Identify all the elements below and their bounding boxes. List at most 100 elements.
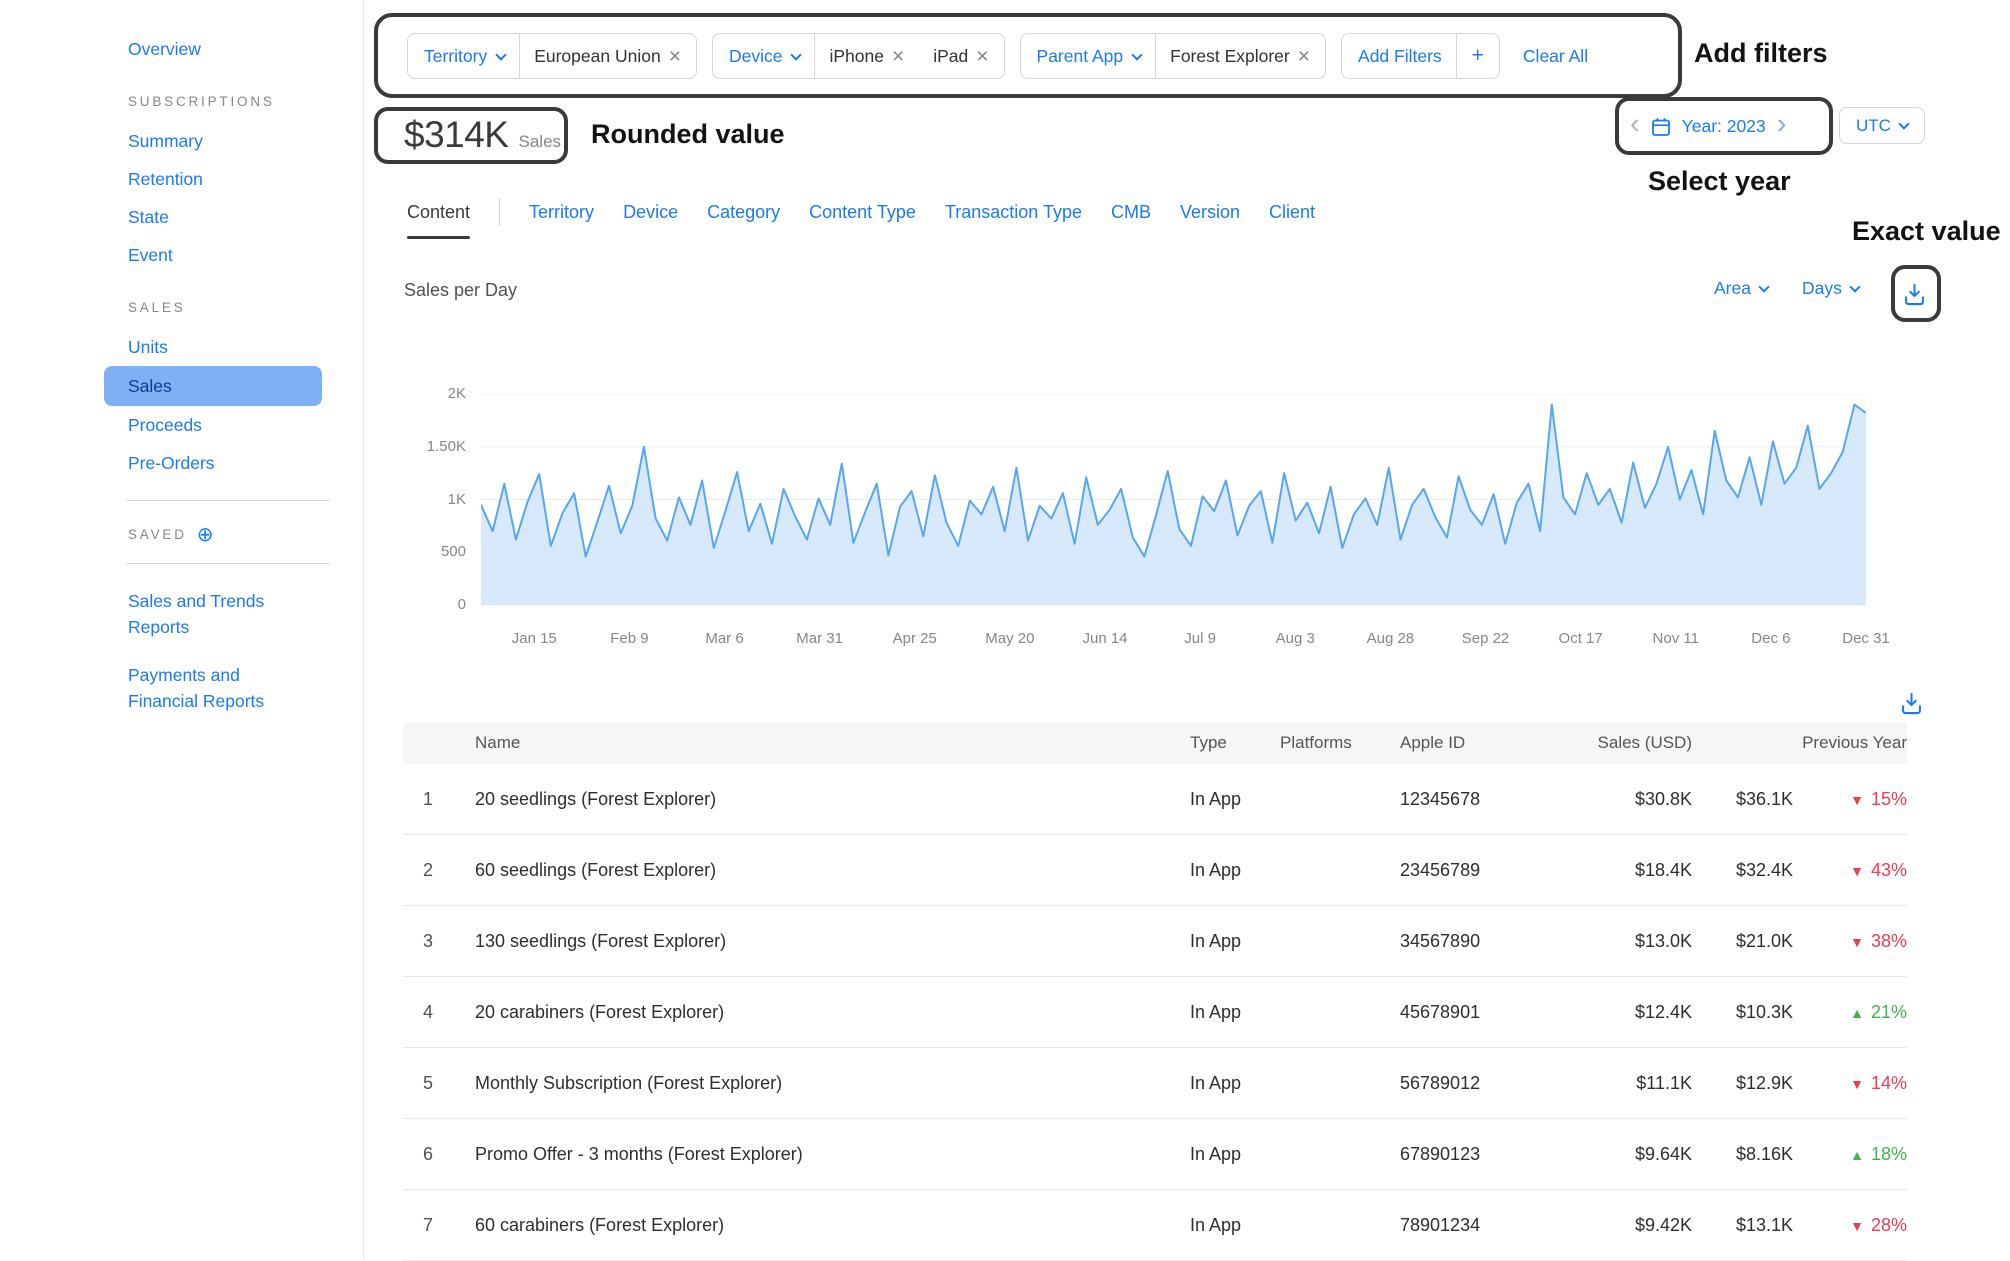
sales-table: NameTypePlatformsApple IDSales (USD)Prev… [403,722,1907,1261]
filter-chip-iphone: iPhone× [815,34,919,78]
x-axis-label: Apr 25 [893,630,937,647]
x-axis-label: Mar 6 [705,630,743,647]
annotation-select-year: Select year [1648,166,1791,197]
table-row[interactable]: 5Monthly Subscription (Forest Explorer)I… [403,1048,1907,1119]
change-cell: ▲21% [1793,1002,1907,1023]
product-type: In App [1190,1144,1280,1165]
sales-value: $11.1K [1532,1073,1692,1094]
chart-type-selector[interactable]: Area [1714,278,1768,299]
filter-chip-label: European Union [534,46,660,67]
row-rank: 3 [403,931,455,952]
product-name: 20 carabiners (Forest Explorer) [455,1002,1190,1023]
sales-value: $12.4K [1532,1002,1692,1023]
remove-filter-icon[interactable]: × [884,46,915,67]
trend-down-icon: ▼ [1850,863,1864,879]
chevron-down-icon [1131,49,1142,60]
x-axis-label: Jul 9 [1184,630,1216,647]
filter-field-device[interactable]: Device [713,34,815,78]
y-axis-label: 0 [394,596,466,613]
product-type: In App [1190,860,1280,881]
trend-up-icon: ▲ [1850,1147,1864,1163]
timezone-selector[interactable]: UTC [1839,107,1925,144]
y-axis-label: 2K [394,385,466,402]
chevron-down-icon [496,49,507,60]
year-label[interactable]: Year: 2023 [1682,116,1766,137]
download-table-button[interactable] [1898,690,1925,722]
table-row[interactable]: 760 carabiners (Forest Explorer)In App78… [403,1190,1907,1261]
row-rank: 4 [403,1002,455,1023]
remove-filter-icon[interactable]: × [661,46,692,67]
table-row[interactable]: 6Promo Offer - 3 months (Forest Explorer… [403,1119,1907,1190]
sales-value: $9.64K [1532,1144,1692,1165]
table-row[interactable]: 120 seedlings (Forest Explorer)In App123… [403,764,1907,835]
change-cell: ▼28% [1793,1215,1907,1236]
filter-group-parent-app: Parent App Forest Explorer× [1020,33,1327,79]
change-cell: ▼38% [1793,931,1907,952]
download-chart-button[interactable] [1901,281,1928,313]
tab-territory[interactable]: Territory [529,202,594,223]
chevron-down-icon [1898,118,1909,129]
next-year-button[interactable]: › [1777,110,1787,144]
filter-field-label: Parent App [1037,46,1124,67]
tab-category[interactable]: Category [707,202,780,223]
trend-down-icon: ▼ [1850,792,1864,808]
tabs: Content Territory Device Category Content Ty… [407,196,1315,228]
filter-chip-label: iPhone [829,46,884,67]
change-cell: ▲18% [1793,1144,1907,1165]
x-axis-label: Dec 6 [1751,630,1790,647]
table-row[interactable]: 260 seedlings (Forest Explorer)In App234… [403,835,1907,906]
x-axis-label: Jun 14 [1082,630,1127,647]
change-percent: 21% [1871,1002,1907,1022]
chart-controls: Area Days [1714,278,1859,299]
x-axis-label: Jan 15 [512,630,557,647]
tab-cmb[interactable]: CMB [1111,202,1151,223]
filter-field-label: Device [729,46,783,67]
product-type: In App [1190,1073,1280,1094]
table-body: 120 seedlings (Forest Explorer)In App123… [403,764,1907,1261]
add-filters-button[interactable]: Add Filters [1342,34,1456,78]
y-axis-label: 500 [394,543,466,560]
apple-id: 45678901 [1400,1002,1532,1023]
sales-value: $13.0K [1532,931,1692,952]
x-axis-label: Mar 31 [796,630,843,647]
product-name: 60 carabiners (Forest Explorer) [455,1215,1190,1236]
year-picker: ‹ Year: 2023 › [1630,108,1786,145]
annotation-add-filters: Add filters [1694,38,1828,69]
tab-transaction-type[interactable]: Transaction Type [945,202,1082,223]
clear-all-button[interactable]: Clear All [1523,46,1588,67]
filter-chip-european-union: European Union× [520,34,696,78]
filter-chip-forest-explorer: Forest Explorer× [1156,34,1325,78]
change-cell: ▼43% [1793,860,1907,881]
remove-filter-icon[interactable]: × [968,46,999,67]
filter-group-territory: Territory European Union× [407,33,697,79]
previous-sales-value: $36.1K [1692,789,1793,810]
calendar-icon [1651,117,1671,137]
previous-year-button[interactable]: ‹ [1630,110,1640,144]
change-percent: 38% [1871,931,1907,951]
table-row[interactable]: 3130 seedlings (Forest Explorer)In App34… [403,906,1907,977]
interval-selector[interactable]: Days [1802,278,1859,299]
apple-id: 78901234 [1400,1215,1532,1236]
tab-content-type[interactable]: Content Type [809,202,916,223]
apple-id: 23456789 [1400,860,1532,881]
filter-field-territory[interactable]: Territory [408,34,519,78]
apple-id: 12345678 [1400,789,1532,810]
tab-divider [499,198,500,226]
chevron-down-icon [1849,281,1860,292]
tab-version[interactable]: Version [1180,202,1240,223]
filter-field-parent-app[interactable]: Parent App [1021,34,1156,78]
tab-client[interactable]: Client [1269,202,1315,223]
chart-type-label: Area [1714,278,1751,299]
add-filter-plus-button[interactable]: + [1457,34,1499,78]
filter-chip-label: iPad [933,46,968,67]
filter-chip-label: Forest Explorer [1170,46,1290,67]
remove-filter-icon[interactable]: × [1290,46,1321,67]
column-header-previous-year: Previous Year [1793,733,1907,753]
x-axis-label: Feb 9 [610,630,648,647]
tab-device[interactable]: Device [623,202,678,223]
table-row[interactable]: 420 carabiners (Forest Explorer)In App45… [403,977,1907,1048]
filter-field-label: Territory [424,46,487,67]
change-percent: 14% [1871,1073,1907,1093]
tab-content[interactable]: Content [407,202,470,223]
column-header-name: Name [455,733,1190,753]
